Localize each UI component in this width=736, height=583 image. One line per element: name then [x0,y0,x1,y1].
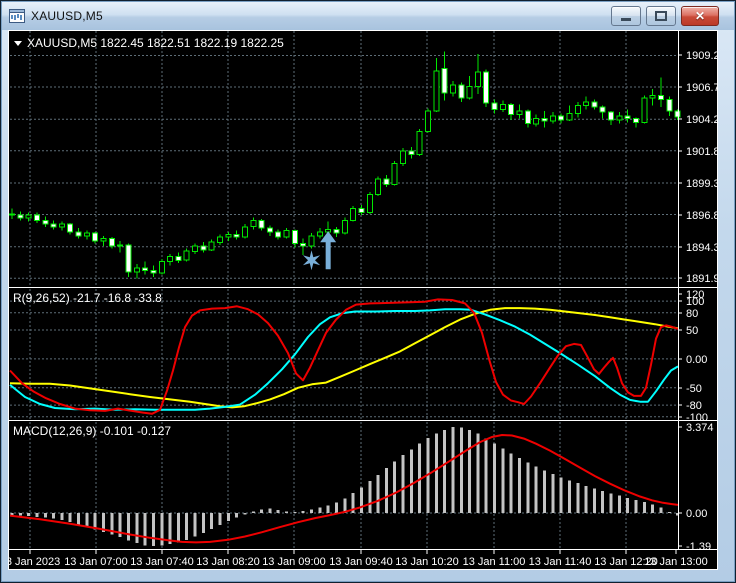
svg-text:0.00: 0.00 [686,508,707,520]
svg-text:1894.35: 1894.35 [686,242,718,254]
red-line [9,298,679,415]
time-label: 13 Jan 09:00 [262,556,326,568]
time-label: 13 Jan 13:00 [644,556,708,568]
window-title: XAUUSD,M5 [31,9,103,23]
svg-text:80: 80 [686,308,698,320]
svg-text:1896.85: 1896.85 [686,210,718,222]
svg-text:3.374: 3.374 [686,422,714,434]
time-label: 13 Jan 11:40 [529,556,592,568]
macd-histogram [10,427,680,547]
restore-icon [655,11,667,21]
chart-document-icon [9,9,25,23]
time-label: 13 Jan 07:00 [64,556,128,568]
main-chart-header: XAUUSD,M5 1822.45 1822.51 1822.19 1822.2… [27,36,284,50]
svg-text:50: 50 [686,325,698,337]
axis-labels: 1909.20 1906.75 1904.25 1901.80 1899.30 1896.… [8,50,718,568]
close-button[interactable]: ✕ [681,6,719,26]
time-label: 13 Jan 08:20 [196,556,260,568]
time-label: 13 Jan 2023 [8,556,60,568]
close-icon: ✕ [694,9,706,23]
chart-window: XAUUSD,M5 ✕ 1909.20 1906.75 1904.25 1901.80… [0,0,736,583]
svg-text:1901.80: 1901.80 [686,146,718,158]
svg-text:1904.25: 1904.25 [686,114,718,126]
oscillator-lines [9,298,679,415]
cyan-line [9,308,679,411]
svg-text:1899.30: 1899.30 [686,178,718,190]
star-icon [302,250,321,271]
time-label: 13 Jan 11:00 [463,556,526,568]
svg-text:-80: -80 [686,400,702,412]
minimize-button[interactable] [611,6,641,26]
restore-button[interactable] [646,6,676,26]
svg-text:-1.39: -1.39 [686,541,711,553]
price-chart-canvas[interactable]: 1909.20 1906.75 1904.25 1901.80 1899.30 1896.… [8,30,718,570]
triangle-down-icon [14,41,22,46]
time-label: 13 Jan 09:40 [329,556,393,568]
svg-text:1906.75: 1906.75 [686,82,718,94]
svg-text:1909.20: 1909.20 [686,50,718,62]
window-controls: ✕ [611,6,734,26]
macd-header: MACD(12,26,9) -0.101 -0.127 [13,424,171,438]
svg-text:1891.90: 1891.90 [686,273,718,285]
svg-text:-50: -50 [686,383,702,395]
oscillator-header: R(9,26,52) -21.7 -16.8 -33.8 [13,291,162,305]
svg-text:0.00: 0.00 [686,354,707,366]
svg-text:100: 100 [686,296,704,308]
title-bar[interactable]: XAUUSD,M5 ✕ [2,2,734,30]
yellow-line [9,307,679,409]
time-label: 13 Jan 10:20 [395,556,459,568]
chart-client-area[interactable]: 1909.20 1906.75 1904.25 1901.80 1899.30 1896.… [8,30,718,570]
minimize-icon [621,18,631,21]
arrow-up-icon [320,231,337,270]
time-label: 13 Jan 07:40 [130,556,194,568]
candles-layer [9,51,681,279]
